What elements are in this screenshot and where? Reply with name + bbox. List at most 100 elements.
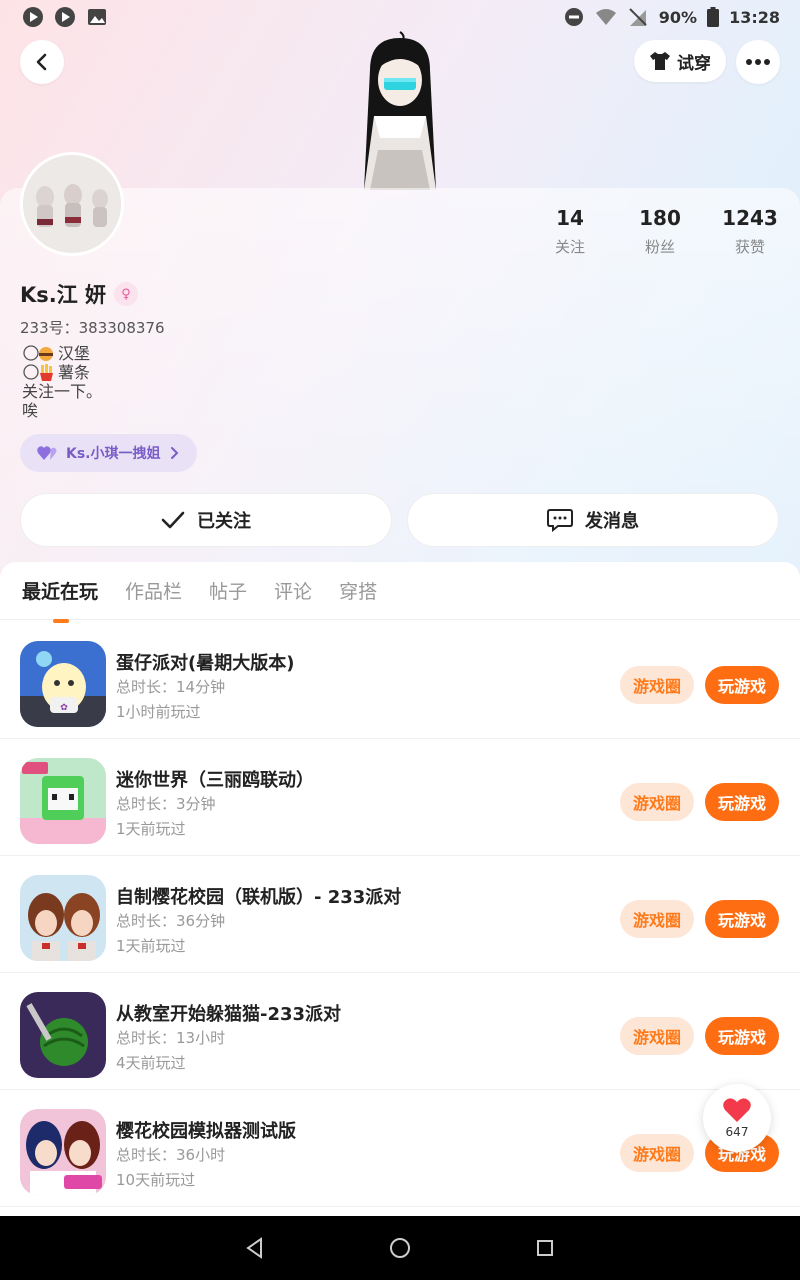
battery-percent: 90% — [658, 7, 698, 27]
bio-line: 唉 — [22, 401, 39, 420]
guild-tag[interactable]: Ks.小琪一拽姐 — [20, 434, 197, 472]
game-circle-button[interactable]: 游戏圈 — [620, 1017, 694, 1055]
username-text: Ks.江 妍 — [20, 283, 107, 307]
game-icon — [20, 1109, 106, 1195]
play-game-button[interactable]: 玩游戏 — [705, 666, 779, 704]
game-circle-button[interactable]: 游戏圈 — [620, 783, 694, 821]
game-title: 迷你世界（三丽鸥联动） — [116, 770, 314, 791]
game-last-played: 1天前玩过 — [116, 937, 186, 955]
game-duration: 总时长：36小时 — [116, 1146, 226, 1164]
burger-emoji-icon — [23, 345, 53, 361]
tab-works[interactable]: 作品栏 — [125, 577, 182, 604]
chevron-right-icon — [170, 447, 178, 459]
game-circle-button[interactable]: 游戏圈 — [620, 900, 694, 938]
followed-label: 已关注 — [197, 511, 251, 532]
play-game-button[interactable]: 玩游戏 — [705, 900, 779, 938]
avatar-3d-figure — [364, 31, 436, 190]
tab-recently-played[interactable]: 最近在玩 — [22, 577, 98, 623]
try-on-label: 试穿 — [677, 53, 711, 74]
game-title: 蛋仔派对(暑期大版本) — [116, 653, 295, 674]
following-label: 关注 — [554, 238, 585, 256]
followers-count: 180 — [639, 206, 681, 230]
play-game-button[interactable]: 玩游戏 — [705, 783, 779, 821]
checkmark-icon — [161, 511, 185, 529]
followers-stat[interactable]: 180 粉丝 — [615, 206, 705, 257]
bio-line: 汉堡 — [22, 344, 102, 363]
followed-button[interactable]: 已关注 — [20, 493, 392, 547]
media-app-icon — [23, 7, 43, 27]
following-stat[interactable]: 14 关注 — [525, 206, 615, 257]
media-app-icon — [55, 7, 75, 27]
fries-emoji-icon — [23, 364, 53, 381]
list-item[interactable]: 自制樱花校园（联机版）- 233派对 总时长：36分钟 1天前玩过 游戏圈 玩游… — [0, 856, 800, 973]
no-signal-icon — [629, 8, 647, 26]
image-notification-icon — [88, 9, 106, 25]
tab-outfits[interactable]: 穿搭 — [339, 577, 377, 604]
avatar-image — [23, 155, 121, 253]
game-duration: 总时长：3分钟 — [116, 795, 216, 813]
heart-pair-icon — [37, 446, 57, 460]
game-title: 从教室开始躲猫猫-233派对 — [116, 1004, 342, 1025]
game-last-played: 10天前玩过 — [116, 1171, 196, 1189]
bio-line: 薯条 — [22, 363, 102, 382]
send-message-label: 发消息 — [585, 511, 639, 532]
game-icon — [20, 875, 106, 961]
game-circle-button[interactable]: 游戏圈 — [620, 1134, 694, 1172]
battery-icon — [707, 7, 720, 27]
chat-bubble-icon — [547, 509, 573, 532]
followers-label: 粉丝 — [644, 238, 675, 256]
bio: 汉堡 薯条 关注一下。 唉 — [22, 344, 102, 420]
likes-label: 获赞 — [734, 238, 765, 256]
bio-line: 关注一下。 — [22, 382, 103, 401]
game-duration: 总时长：13小时 — [116, 1029, 226, 1047]
wifi-icon — [595, 9, 616, 25]
game-circle-button[interactable]: 游戏圈 — [620, 666, 694, 704]
do-not-disturb-icon — [564, 8, 583, 26]
back-nav-icon[interactable] — [245, 1237, 265, 1259]
following-count: 14 — [556, 206, 584, 230]
more-dots-icon — [746, 59, 770, 65]
heart-icon — [723, 1098, 751, 1122]
like-floating-button[interactable]: 647 — [703, 1084, 771, 1152]
try-on-button[interactable]: 试穿 — [634, 40, 726, 82]
user-id: 233号：383308376 — [20, 319, 165, 337]
list-item[interactable]: ✿ 蛋仔派对(暑期大版本) 总时长：14分钟 1小时前玩过 游戏圈 玩游戏 — [0, 622, 800, 739]
chevron-left-icon — [36, 53, 47, 71]
tshirt-icon — [650, 52, 670, 70]
more-options-button[interactable] — [736, 40, 780, 84]
profile-stats: 14 关注 180 粉丝 1243 获赞 — [525, 206, 795, 257]
game-title: 樱花校园模拟器测试版 — [116, 1121, 296, 1142]
status-bar: 90% 13:28 — [0, 0, 800, 34]
likes-count: 1243 — [722, 206, 778, 230]
play-game-button[interactable]: 玩游戏 — [705, 1017, 779, 1055]
back-button[interactable] — [20, 40, 64, 84]
list-item[interactable]: 从教室开始躲猫猫-233派对 总时长：13小时 4天前玩过 游戏圈 玩游戏 — [0, 973, 800, 1090]
likes-stat[interactable]: 1243 获赞 — [705, 206, 795, 257]
home-nav-icon[interactable] — [389, 1237, 411, 1259]
clock: 13:28 — [729, 7, 780, 27]
send-message-button[interactable]: 发消息 — [407, 493, 779, 547]
recents-nav-icon[interactable] — [535, 1238, 555, 1258]
list-item[interactable]: 樱花校园模拟器测试版 总时长：36小时 10天前玩过 游戏圈 玩游戏 — [0, 1090, 800, 1207]
tab-posts[interactable]: 帖子 — [209, 577, 247, 604]
game-last-played: 1天前玩过 — [116, 820, 186, 838]
svg-text:✿: ✿ — [60, 703, 68, 713]
username: Ks.江 妍 ♀ — [20, 279, 139, 309]
game-last-played: 1小时前玩过 — [116, 703, 201, 721]
profile-tabs: 最近在玩 作品栏 帖子 评论 穿搭 — [0, 562, 800, 623]
avatar[interactable] — [20, 152, 124, 256]
tab-comments[interactable]: 评论 — [274, 577, 312, 604]
female-gender-icon: ♀ — [114, 282, 139, 306]
guild-tag-label: Ks.小琪一拽姐 — [66, 446, 161, 462]
recently-played-list: ✿ 蛋仔派对(暑期大版本) 总时长：14分钟 1小时前玩过 游戏圈 玩游戏 迷你… — [0, 622, 800, 1207]
game-title: 自制樱花校园（联机版）- 233派对 — [116, 887, 402, 908]
system-navigation-bar — [0, 1216, 800, 1280]
game-icon — [20, 992, 106, 1078]
game-duration: 总时长：14分钟 — [116, 678, 226, 696]
like-count: 647 — [725, 1125, 749, 1139]
game-duration: 总时长：36分钟 — [116, 912, 226, 930]
game-icon: ✿ — [20, 641, 106, 727]
game-icon — [20, 758, 106, 844]
list-item[interactable]: 迷你世界（三丽鸥联动） 总时长：3分钟 1天前玩过 游戏圈 玩游戏 — [0, 739, 800, 856]
game-last-played: 4天前玩过 — [116, 1054, 186, 1072]
